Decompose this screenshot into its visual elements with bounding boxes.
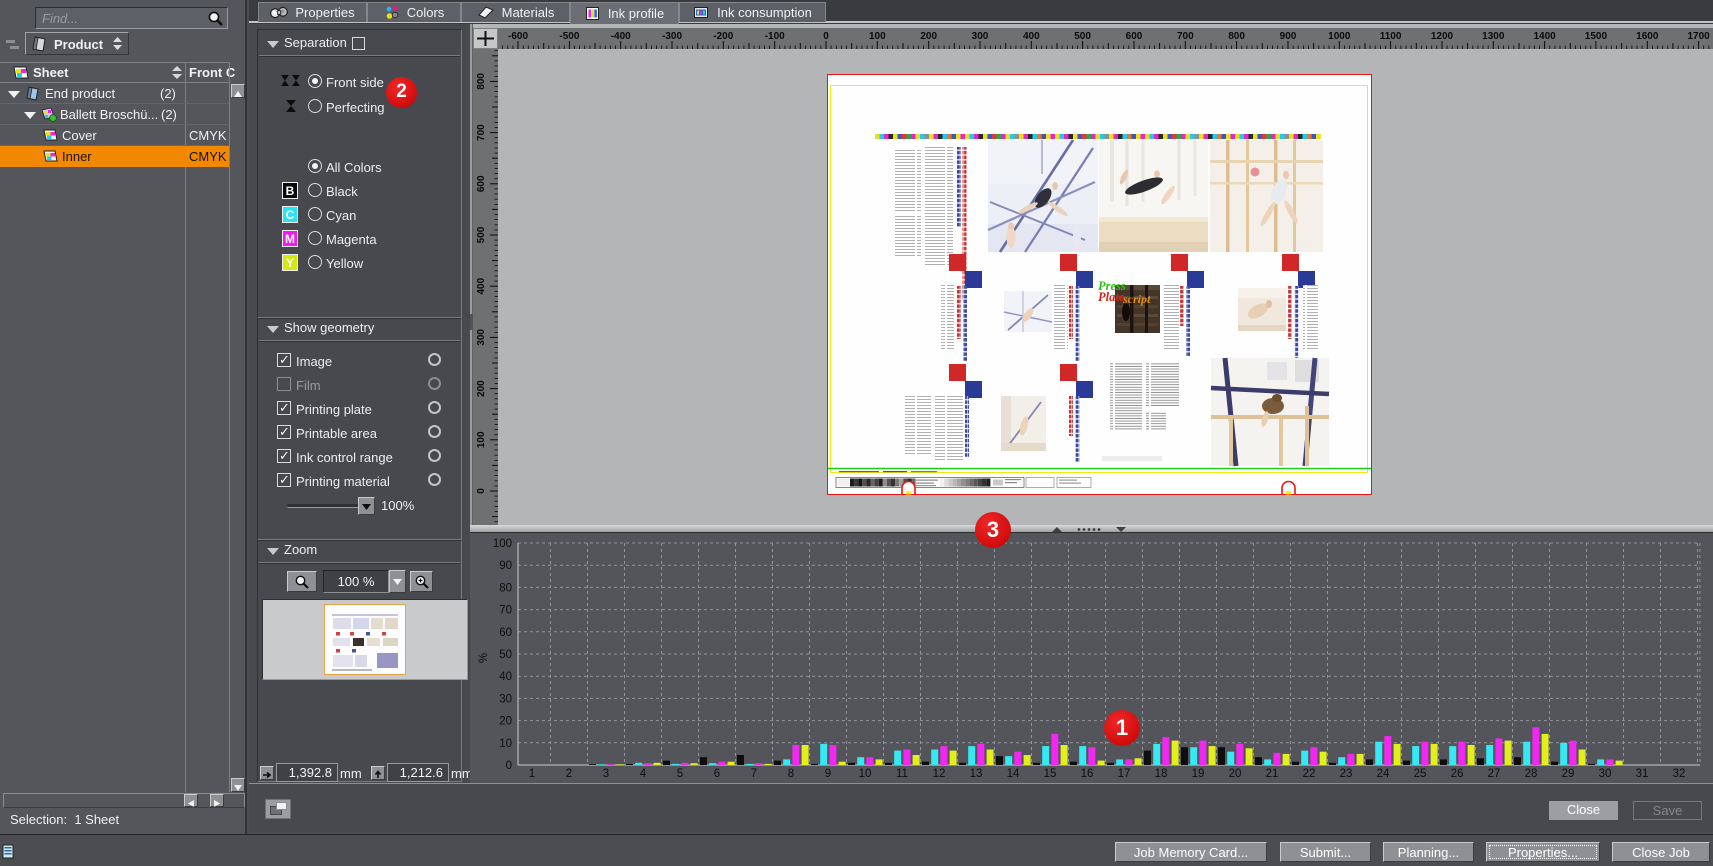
svg-text:25: 25 [1414, 768, 1427, 780]
svg-text:90: 90 [499, 560, 512, 572]
svg-text:18: 18 [1155, 768, 1168, 780]
svg-text:300: 300 [972, 31, 989, 42]
svg-text:20: 20 [499, 716, 512, 728]
svg-text:0: 0 [476, 488, 487, 494]
svg-text:60: 60 [499, 627, 512, 639]
svg-text:13: 13 [970, 768, 983, 780]
svg-text:3: 3 [603, 768, 609, 780]
svg-text:14: 14 [1007, 768, 1020, 780]
svg-text:10: 10 [859, 768, 872, 780]
svg-text:22: 22 [1303, 768, 1316, 780]
svg-text:28: 28 [1525, 768, 1538, 780]
svg-text:30: 30 [1599, 768, 1612, 780]
svg-text:0: 0 [506, 760, 512, 772]
svg-text:70: 70 [499, 605, 512, 617]
svg-text:1000: 1000 [1328, 31, 1351, 42]
svg-text:600: 600 [1126, 31, 1143, 42]
svg-text:script: script [1122, 292, 1151, 306]
svg-text:9: 9 [825, 768, 831, 780]
svg-text:16: 16 [1081, 768, 1094, 780]
svg-text:Plate: Plate [1098, 290, 1125, 304]
svg-text:1500: 1500 [1585, 31, 1608, 42]
svg-text:1200: 1200 [1431, 31, 1454, 42]
svg-text:1300: 1300 [1482, 31, 1505, 42]
svg-text:8: 8 [788, 768, 794, 780]
svg-text:600: 600 [476, 175, 487, 192]
svg-text:%: % [478, 653, 490, 663]
svg-text:-200: -200 [713, 31, 733, 42]
svg-text:10: 10 [499, 738, 512, 750]
svg-text:500: 500 [476, 226, 487, 243]
svg-text:1100: 1100 [1380, 31, 1402, 42]
svg-text:900: 900 [1280, 31, 1297, 42]
svg-text:-100: -100 [765, 31, 785, 42]
svg-text:31: 31 [1636, 768, 1649, 780]
svg-text:400: 400 [476, 277, 487, 294]
svg-text:300: 300 [476, 329, 487, 346]
svg-text:200: 200 [920, 31, 937, 42]
svg-text:27: 27 [1488, 768, 1501, 780]
svg-text:50: 50 [499, 649, 512, 661]
svg-text:20: 20 [1229, 768, 1242, 780]
svg-text:26: 26 [1451, 768, 1464, 780]
svg-text:-300: -300 [662, 31, 682, 42]
svg-text:1: 1 [529, 768, 535, 780]
svg-text:30: 30 [499, 693, 512, 705]
svg-text:100: 100 [476, 431, 487, 448]
svg-text:32: 32 [1673, 768, 1686, 780]
svg-text:7: 7 [751, 768, 757, 780]
svg-text:500: 500 [1074, 31, 1091, 42]
svg-text:6: 6 [714, 768, 720, 780]
svg-text:100: 100 [869, 31, 886, 42]
svg-text:11: 11 [896, 768, 908, 780]
svg-text:23: 23 [1340, 768, 1353, 780]
svg-text:5: 5 [677, 768, 683, 780]
svg-text:1600: 1600 [1636, 31, 1659, 42]
svg-text:2: 2 [566, 768, 572, 780]
svg-text:24: 24 [1377, 768, 1390, 780]
svg-text:1400: 1400 [1533, 31, 1556, 42]
svg-text:29: 29 [1562, 768, 1575, 780]
svg-text:15: 15 [1044, 768, 1057, 780]
svg-text:80: 80 [499, 582, 512, 594]
svg-text:800: 800 [1228, 31, 1245, 42]
svg-text:19: 19 [1192, 768, 1205, 780]
svg-text:200: 200 [476, 380, 487, 397]
svg-text:12: 12 [933, 768, 946, 780]
svg-text:-600: -600 [508, 31, 528, 42]
svg-text:700: 700 [1177, 31, 1194, 42]
svg-text:0: 0 [823, 31, 829, 42]
svg-text:-500: -500 [559, 31, 579, 42]
svg-text:4: 4 [640, 768, 647, 780]
svg-text:21: 21 [1266, 768, 1279, 780]
svg-text:17: 17 [1118, 768, 1131, 780]
svg-text:-400: -400 [611, 31, 631, 42]
svg-text:100: 100 [493, 538, 512, 550]
svg-text:1700: 1700 [1687, 31, 1710, 42]
svg-text:700: 700 [476, 124, 487, 141]
svg-text:40: 40 [499, 671, 512, 683]
svg-text:400: 400 [1023, 31, 1040, 42]
svg-text:800: 800 [476, 73, 487, 90]
